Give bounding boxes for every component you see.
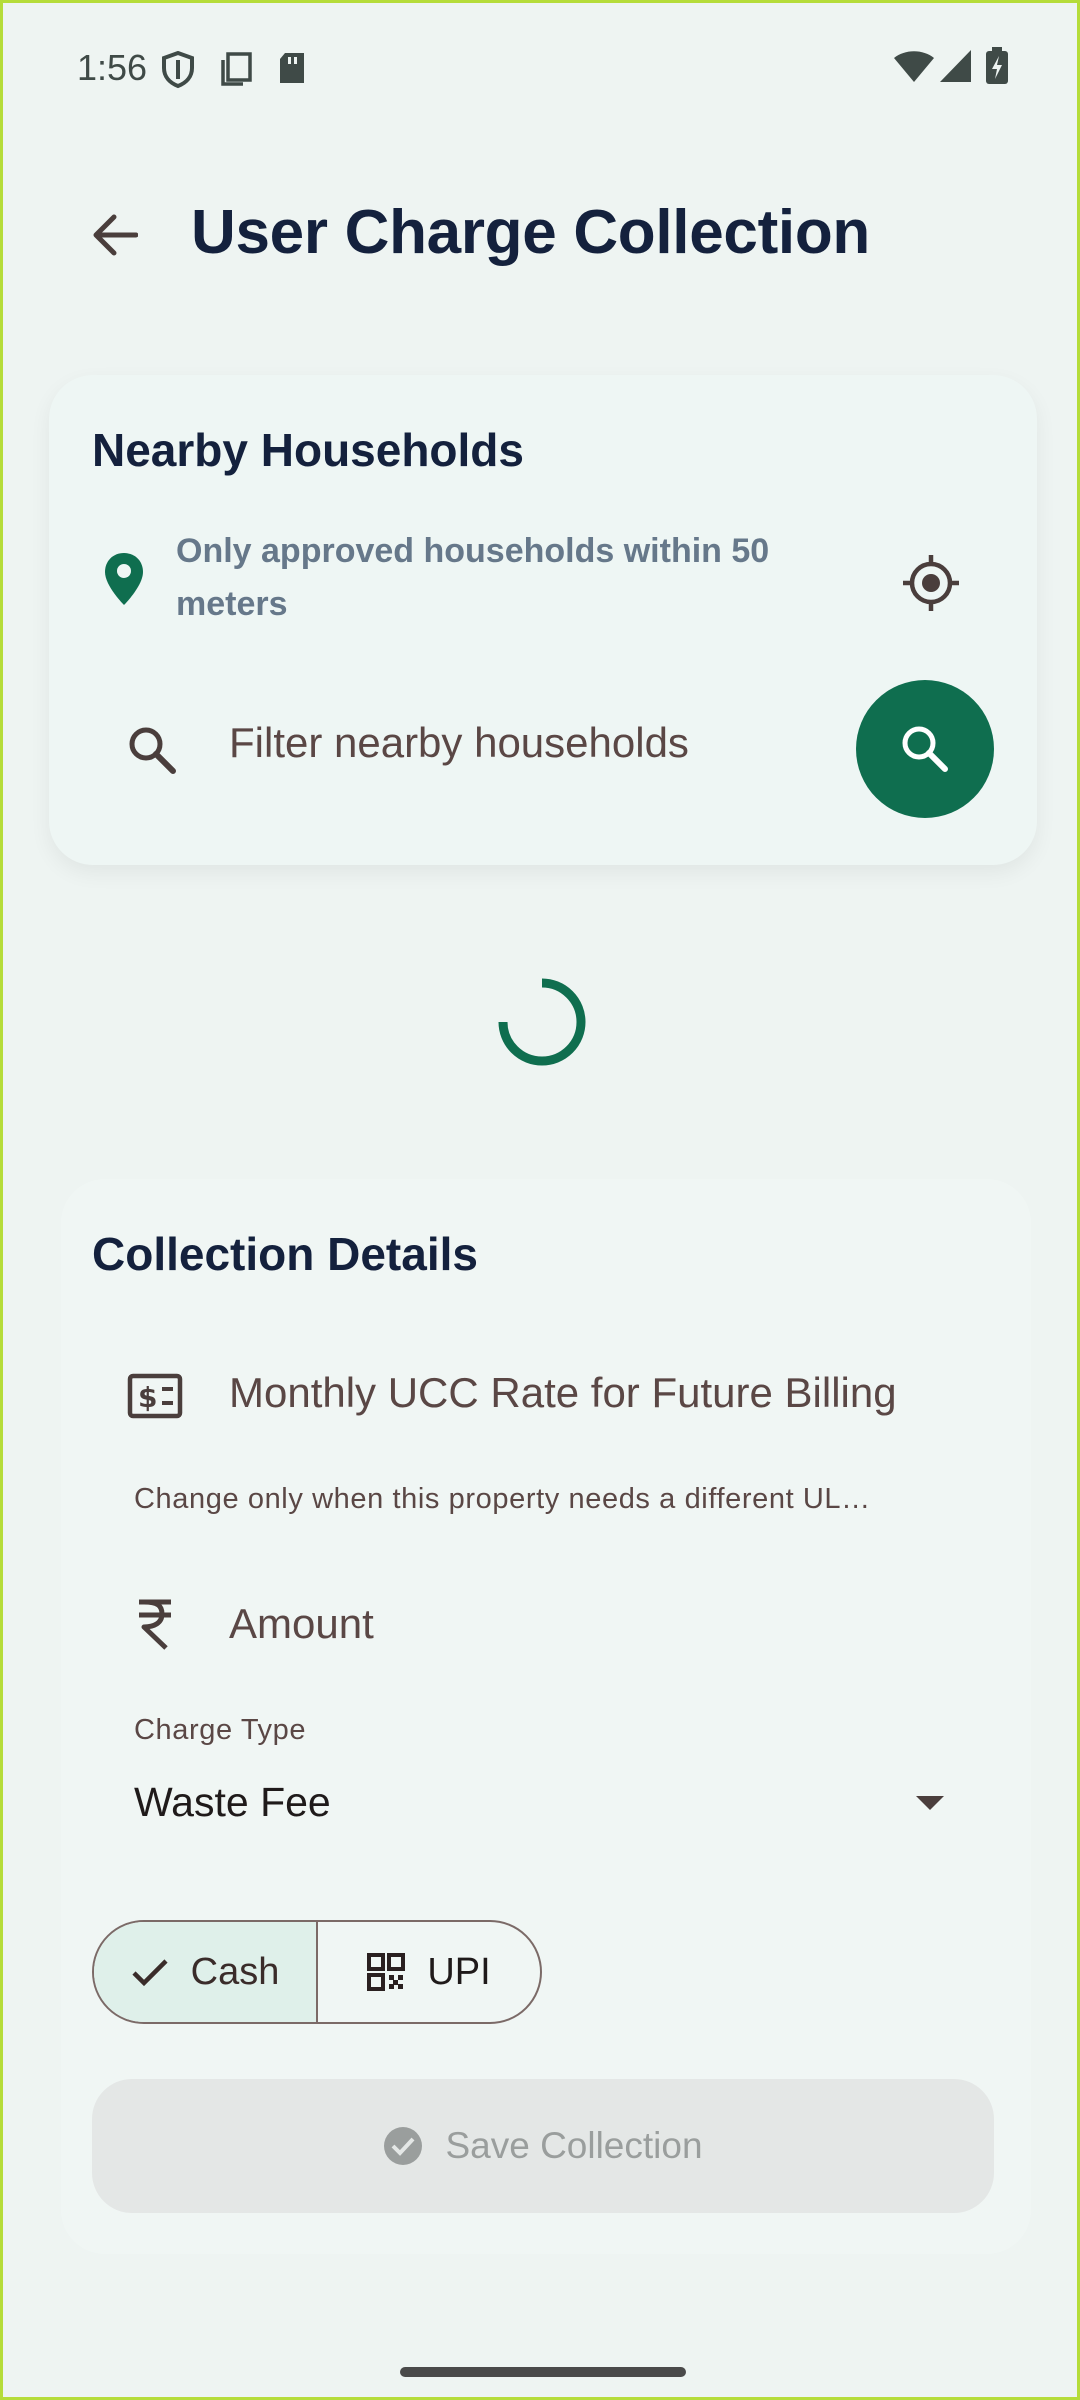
status-time: 1:56 xyxy=(77,47,148,88)
charge-type-select[interactable]: Waste Fee xyxy=(134,1779,331,1826)
my-location-button[interactable] xyxy=(901,553,961,618)
nearby-households-title: Nearby Households xyxy=(92,424,524,476)
rupee-icon xyxy=(136,1598,174,1655)
location-pin-icon xyxy=(103,551,145,612)
sd-card-icon xyxy=(277,51,307,90)
search-icon xyxy=(125,723,179,782)
rate-icon: $ xyxy=(127,1373,183,1424)
copy-icon xyxy=(219,51,253,92)
amount-field[interactable]: Amount xyxy=(229,1600,374,1648)
proximity-hint: Only approved households within 50 meter… xyxy=(176,532,770,623)
search-button[interactable] xyxy=(856,680,994,818)
rate-helper-text: Change only when this property needs a d… xyxy=(134,1483,871,1515)
cash-label: Cash xyxy=(190,1950,280,1993)
filter-households-input[interactable]: Filter nearby households xyxy=(229,719,689,767)
monthly-ucc-rate-field[interactable]: Monthly UCC Rate for Future Billing xyxy=(229,1369,897,1417)
svg-text:$: $ xyxy=(138,1381,157,1414)
payment-mode-selector: Cash UPI xyxy=(92,1920,542,2024)
battery-charging-icon xyxy=(985,47,1009,90)
dropdown-arrow-icon[interactable] xyxy=(914,1794,946,1817)
upi-label: UPI xyxy=(427,1950,491,1993)
upi-option[interactable]: UPI xyxy=(318,1922,540,2022)
search-icon xyxy=(902,726,948,772)
loading-spinner xyxy=(489,969,595,1075)
qr-code-icon xyxy=(367,1953,406,1991)
page-title: User Charge Collection xyxy=(191,198,871,267)
back-button[interactable] xyxy=(83,203,147,267)
wifi-icon xyxy=(893,49,935,88)
collection-details-title: Collection Details xyxy=(92,1228,478,1280)
arrow-back-icon xyxy=(93,214,138,256)
save-collection-button[interactable]: Save Collection xyxy=(92,2079,994,2213)
charge-type-label: Charge Type xyxy=(134,1714,307,1746)
save-collection-label: Save Collection xyxy=(445,2125,703,2166)
shield-icon xyxy=(161,50,195,94)
home-indicator[interactable] xyxy=(400,2367,686,2377)
my-location-icon xyxy=(903,555,959,611)
check-icon xyxy=(132,1959,168,1987)
cash-option[interactable]: Cash xyxy=(94,1922,318,2022)
signal-icon xyxy=(939,49,973,88)
check-circle-icon xyxy=(384,2127,423,2165)
